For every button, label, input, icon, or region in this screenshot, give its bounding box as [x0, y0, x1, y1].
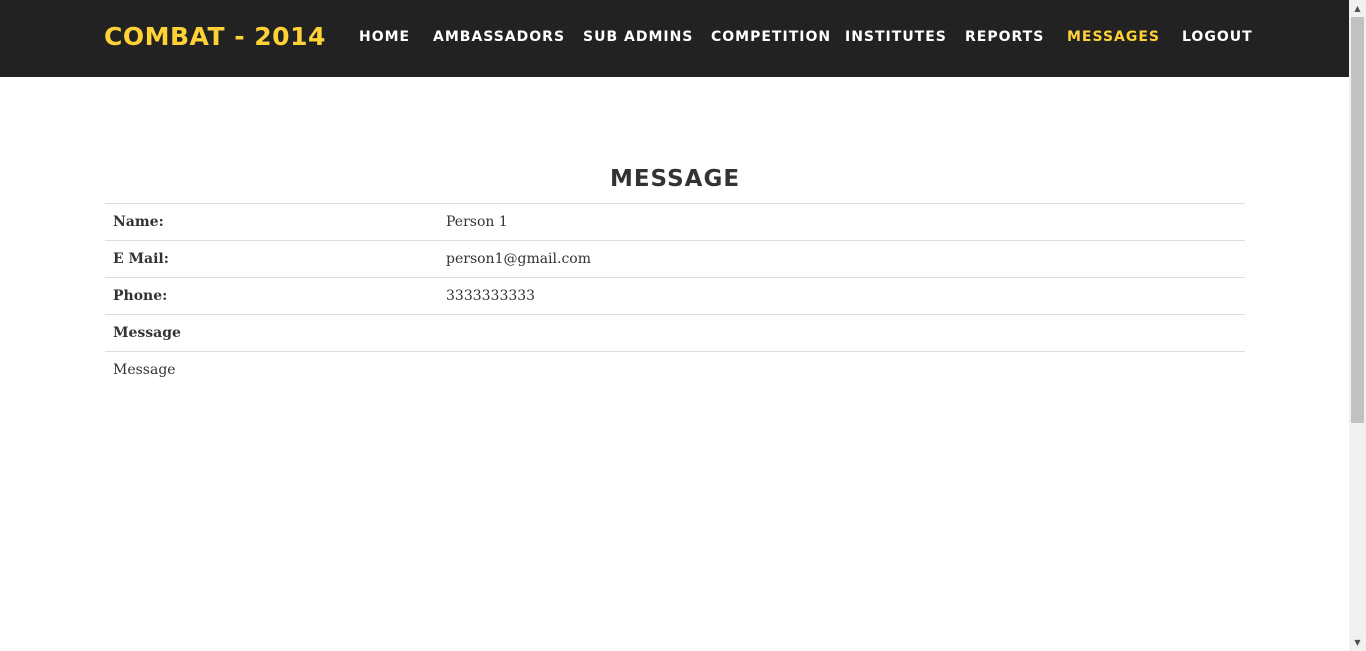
- nav-competition[interactable]: Competition: [711, 27, 831, 47]
- brand-logo[interactable]: Combat - 2014: [104, 22, 326, 52]
- vertical-scrollbar[interactable]: ▲ ▼: [1349, 0, 1366, 651]
- page-title: Message: [609, 166, 741, 192]
- nav-messages[interactable]: Messages: [1067, 27, 1160, 47]
- message-details-table: Name: Person 1 E Mail: person1@gmail.com…: [105, 203, 1245, 388]
- top-navbar: Combat - 2014 Home Ambassadors Sub Admin…: [0, 0, 1349, 77]
- nav-reports[interactable]: Reports: [965, 27, 1044, 47]
- table-row-email: E Mail: person1@gmail.com: [105, 240, 1245, 277]
- email-label: E Mail:: [113, 251, 169, 267]
- message-body: Message: [113, 362, 176, 378]
- table-row-message-body: Message: [105, 351, 1245, 388]
- nav-home[interactable]: Home: [359, 27, 410, 47]
- nav-sub-admins[interactable]: Sub Admins: [583, 27, 693, 47]
- nav-institutes[interactable]: Institutes: [845, 27, 947, 47]
- phone-label: Phone:: [113, 288, 168, 304]
- table-row-phone: Phone: 3333333333: [105, 277, 1245, 314]
- table-row-name: Name: Person 1: [105, 203, 1245, 240]
- scrollbar-thumb[interactable]: [1351, 17, 1364, 423]
- table-row-message-heading: Message: [105, 314, 1245, 351]
- nav-logout[interactable]: Logout: [1182, 27, 1253, 47]
- scroll-down-arrow-icon[interactable]: ▼: [1349, 634, 1366, 651]
- email-value: person1@gmail.com: [446, 251, 592, 267]
- message-label: Message: [113, 325, 181, 341]
- nav-ambassadors[interactable]: Ambassadors: [433, 27, 565, 47]
- name-value: Person 1: [446, 214, 508, 230]
- name-label: Name:: [113, 214, 164, 230]
- scroll-up-arrow-icon[interactable]: ▲: [1349, 0, 1366, 17]
- phone-value: 3333333333: [446, 288, 536, 304]
